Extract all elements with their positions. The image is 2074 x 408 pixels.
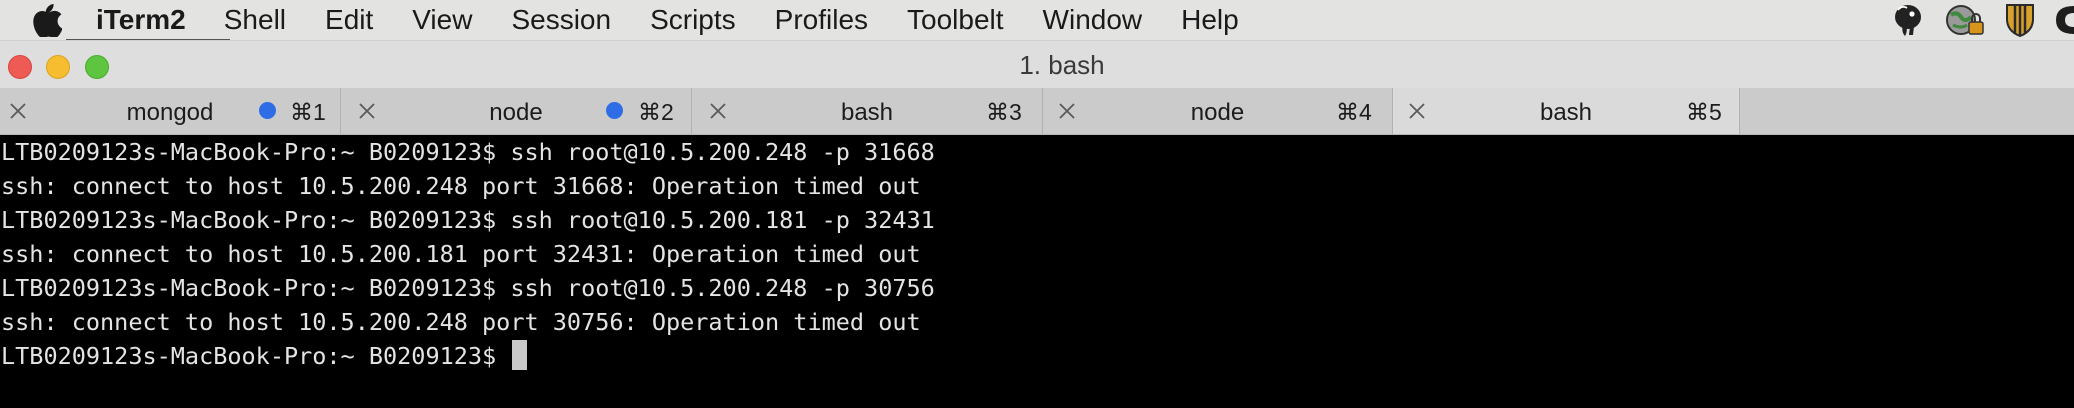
tab-shortcut: ⌘3 xyxy=(986,99,1022,125)
terminal-prompt-line[interactable]: LTB0209123s-MacBook-Pro:~ B0209123$ xyxy=(1,339,528,373)
globe-lock-icon[interactable] xyxy=(1944,2,1986,38)
terminal-line: ssh: connect to host 10.5.200.181 port 3… xyxy=(1,240,921,268)
menu-iterm2[interactable]: iTerm2 xyxy=(96,4,186,36)
activity-dot-icon xyxy=(606,102,623,119)
tab-bash-1[interactable]: bash ⌘3 xyxy=(692,88,1043,134)
terminal-output[interactable]: LTB0209123s-MacBook-Pro:~ B0209123$ ssh … xyxy=(0,135,2074,408)
window-title: 1. bash xyxy=(1019,50,1105,80)
elephant-icon[interactable] xyxy=(1890,2,1926,38)
tab-node-2[interactable]: node ⌘4 xyxy=(1043,88,1393,134)
tab-bash-2[interactable]: bash ⌘5 xyxy=(1393,88,1740,134)
menu-window[interactable]: Window xyxy=(1043,4,1143,36)
tab-node-1[interactable]: node ⌘2 xyxy=(341,88,692,134)
tab-shortcut: ⌘4 xyxy=(1336,99,1372,125)
activity-dot-icon xyxy=(259,102,276,119)
text-cursor xyxy=(512,340,528,370)
tab-mongod[interactable]: mongod ⌘1 xyxy=(0,88,341,134)
tab-shortcut: ⌘2 xyxy=(638,99,674,125)
menu-bar: iTerm2 Shell Edit View Session Scripts P… xyxy=(0,0,2074,40)
partial-icon[interactable] xyxy=(2054,2,2074,38)
terminal-line: ssh: connect to host 10.5.200.248 port 3… xyxy=(1,172,921,200)
tab-shortcut: ⌘1 xyxy=(290,99,326,125)
menu-help[interactable]: Help xyxy=(1181,4,1239,36)
menu-view[interactable]: View xyxy=(412,4,472,36)
terminal-line: ssh: connect to host 10.5.200.248 port 3… xyxy=(1,308,921,336)
tab-bar: mongod ⌘1 node ⌘2 bash ⌘3 node ⌘4 bash ⌘… xyxy=(0,88,2074,135)
tab-shortcut: ⌘5 xyxy=(1686,99,1722,125)
shield-icon[interactable] xyxy=(2004,2,2036,38)
terminal-line: LTB0209123s-MacBook-Pro:~ B0209123$ ssh … xyxy=(1,274,935,302)
menu-edit[interactable]: Edit xyxy=(325,4,373,36)
terminal-line: LTB0209123s-MacBook-Pro:~ B0209123$ ssh … xyxy=(1,138,935,166)
apple-logo-icon[interactable] xyxy=(30,3,62,37)
terminal-prompt: LTB0209123s-MacBook-Pro:~ B0209123$ xyxy=(1,342,511,370)
menu-toolbelt[interactable]: Toolbelt xyxy=(907,4,1004,36)
menu-session[interactable]: Session xyxy=(511,4,611,36)
menu-shell[interactable]: Shell xyxy=(224,4,286,36)
window-titlebar: 1. bash xyxy=(0,40,2074,88)
tab-label: mongod xyxy=(126,99,214,126)
terminal-line: LTB0209123s-MacBook-Pro:~ B0209123$ ssh … xyxy=(1,206,935,234)
status-icons xyxy=(1872,0,2074,40)
menu-scripts[interactable]: Scripts xyxy=(650,4,736,36)
menu-profiles[interactable]: Profiles xyxy=(775,4,868,36)
